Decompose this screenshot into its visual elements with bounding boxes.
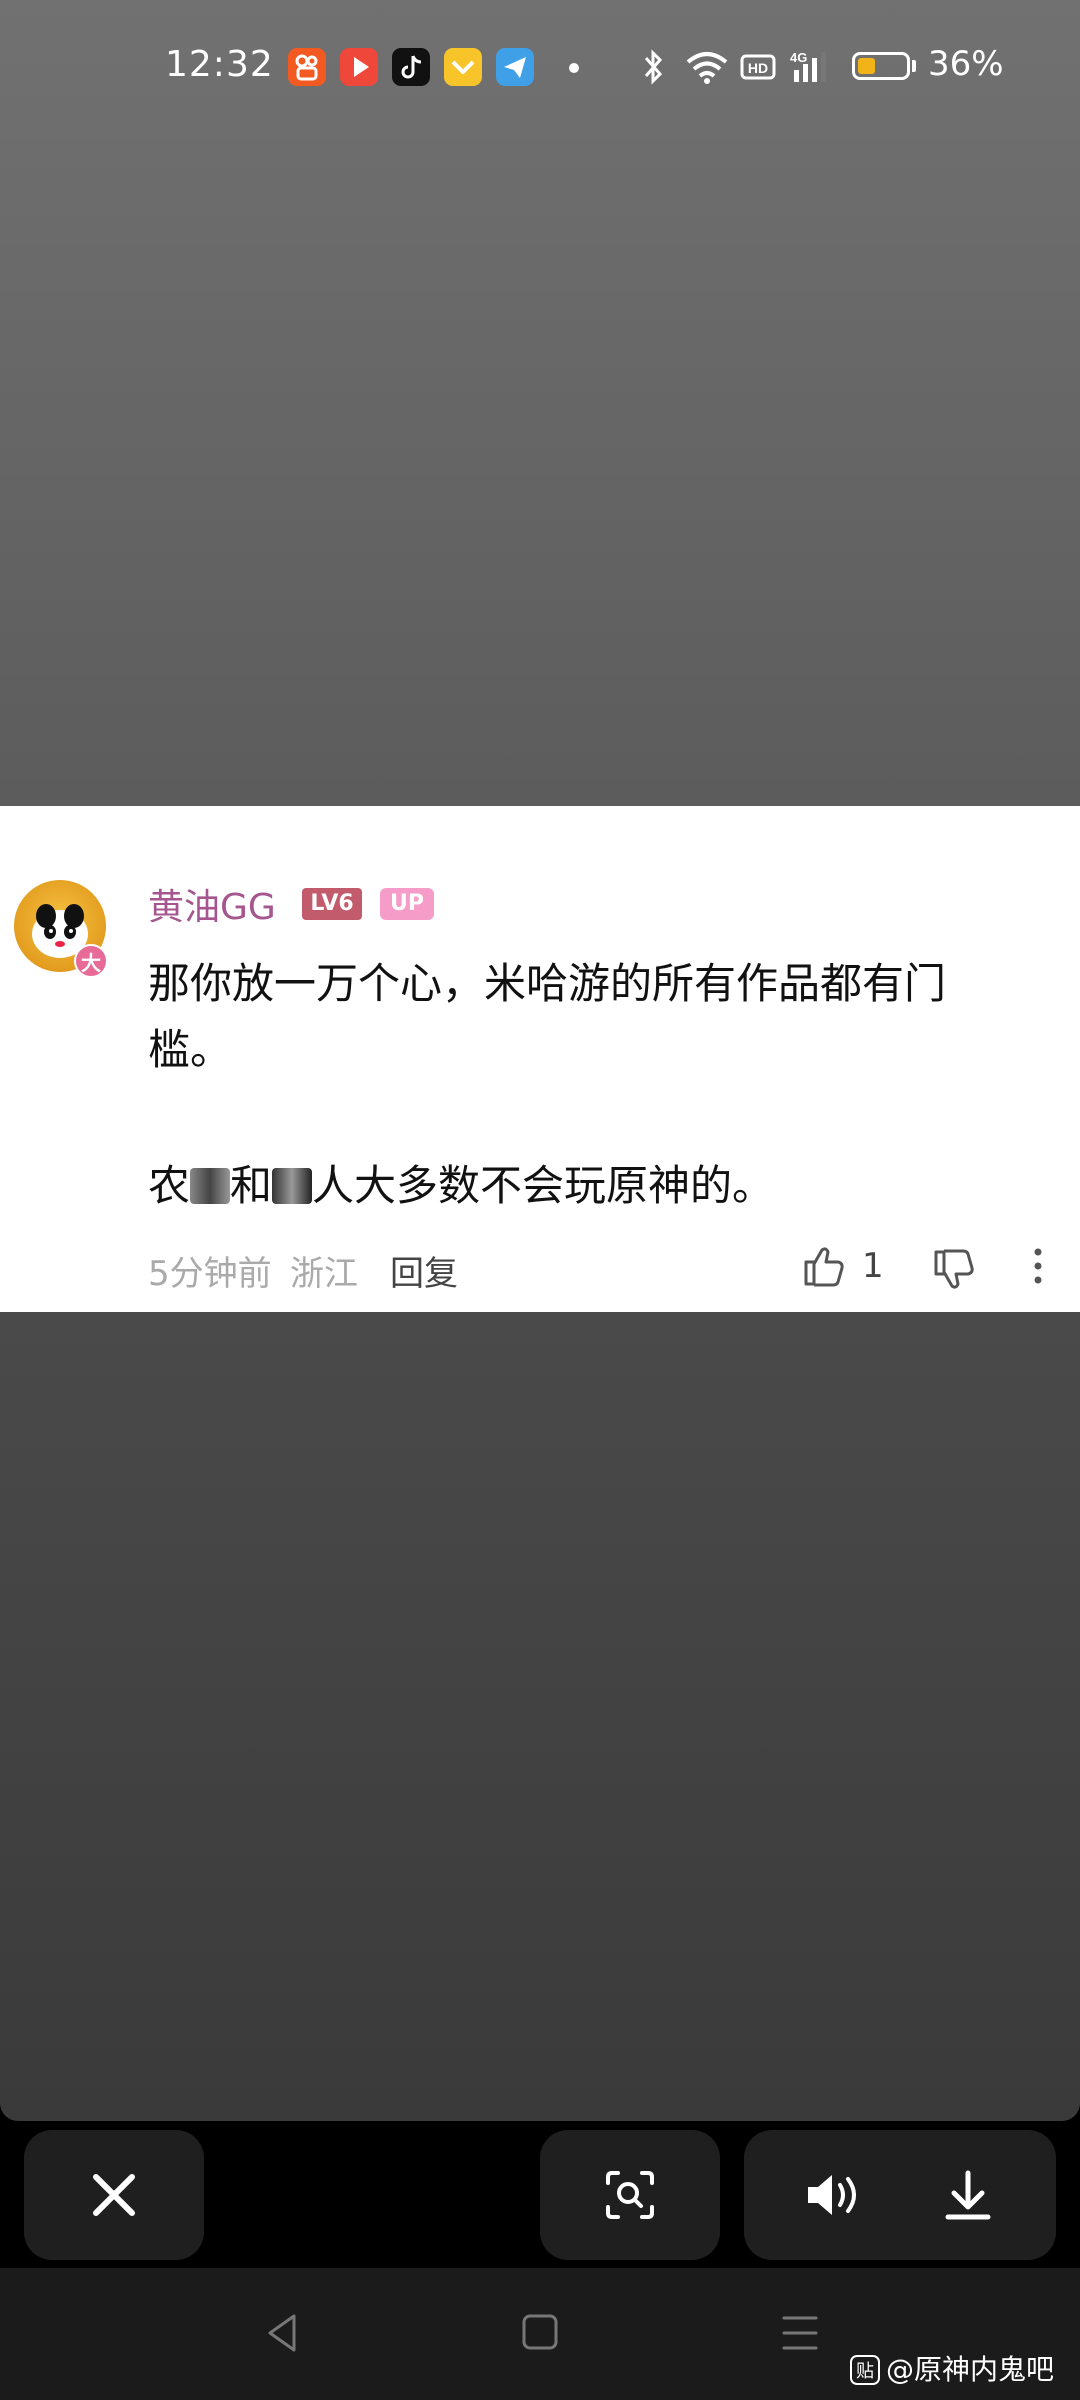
telegram-icon xyxy=(496,48,534,86)
back-nav-icon[interactable] xyxy=(262,2308,302,2358)
image-search-icon xyxy=(606,2171,654,2219)
username[interactable]: 黄油GG xyxy=(148,878,276,930)
like-count: 1 xyxy=(862,1246,884,1286)
vip-crown-icon xyxy=(444,48,482,86)
tieba-logo-icon: 贴 xyxy=(850,2355,880,2385)
dislike-icon[interactable] xyxy=(930,1246,978,1294)
comment-time: 5分钟前 xyxy=(148,1254,272,1294)
watermark: 贴 @原神内鬼吧 xyxy=(850,2348,1054,2388)
battery-level xyxy=(858,58,875,74)
image-search-button[interactable] xyxy=(540,2130,720,2260)
comment-text-line-2: 槛。 xyxy=(148,1025,233,1074)
download-icon[interactable] xyxy=(940,2167,996,2223)
wifi-icon xyxy=(686,52,728,84)
reply-button[interactable]: 回复 xyxy=(390,1246,458,1295)
comment-text-segment: 农 xyxy=(148,1161,191,1210)
media-background-bottom xyxy=(0,1312,1080,2121)
volume-icon[interactable] xyxy=(804,2169,864,2221)
svg-text:4G: 4G xyxy=(790,50,807,65)
battery-percent: 36% xyxy=(928,44,1004,84)
notification-dot xyxy=(569,63,579,73)
hd-icon: HD xyxy=(740,54,776,80)
clock: 12:32 xyxy=(165,44,274,85)
bluetooth-icon xyxy=(644,49,663,85)
comment-text-segment: 和 xyxy=(230,1161,273,1210)
comment-text-line-1: 那你放一万个心，米哈游的所有作品都有门 xyxy=(148,959,947,1008)
svg-text:HD: HD xyxy=(748,60,768,76)
menu-nav-icon[interactable] xyxy=(780,2308,820,2358)
censored-word xyxy=(190,1168,231,1204)
level-badge: LV6 xyxy=(302,888,362,920)
avatar-badge: 大 xyxy=(74,944,108,978)
like-icon[interactable] xyxy=(800,1242,848,1290)
video-player-icon xyxy=(340,48,378,86)
kuaishou-icon xyxy=(288,48,326,86)
tiktok-icon xyxy=(392,48,430,86)
close-button[interactable] xyxy=(24,2130,204,2260)
status-bar: 12:32 HD 4G 36% xyxy=(0,0,1080,140)
comment-location: 浙江 xyxy=(290,1254,358,1294)
comment-text-segment: 人大多数不会玩原神的。 xyxy=(312,1161,775,1210)
battery-icon xyxy=(852,52,910,80)
battery-nub xyxy=(912,60,916,72)
close-icon xyxy=(93,2174,135,2216)
up-badge: UP xyxy=(380,888,434,920)
censored-word xyxy=(272,1168,313,1204)
4g-signal-icon: 4G xyxy=(790,50,826,82)
comment-text-line-3: 农和人大多数不会玩原神的。 xyxy=(148,1152,774,1213)
comment-card: 大 黄油GG LV6 UP 那你放一万个心，米哈游的所有作品都有门 槛。 农和人… xyxy=(0,806,1080,1312)
more-options-icon[interactable] xyxy=(1028,1246,1048,1290)
media-controls xyxy=(744,2130,1056,2260)
watermark-text: @原神内鬼吧 xyxy=(886,2353,1055,2386)
home-nav-icon[interactable] xyxy=(520,2308,560,2358)
